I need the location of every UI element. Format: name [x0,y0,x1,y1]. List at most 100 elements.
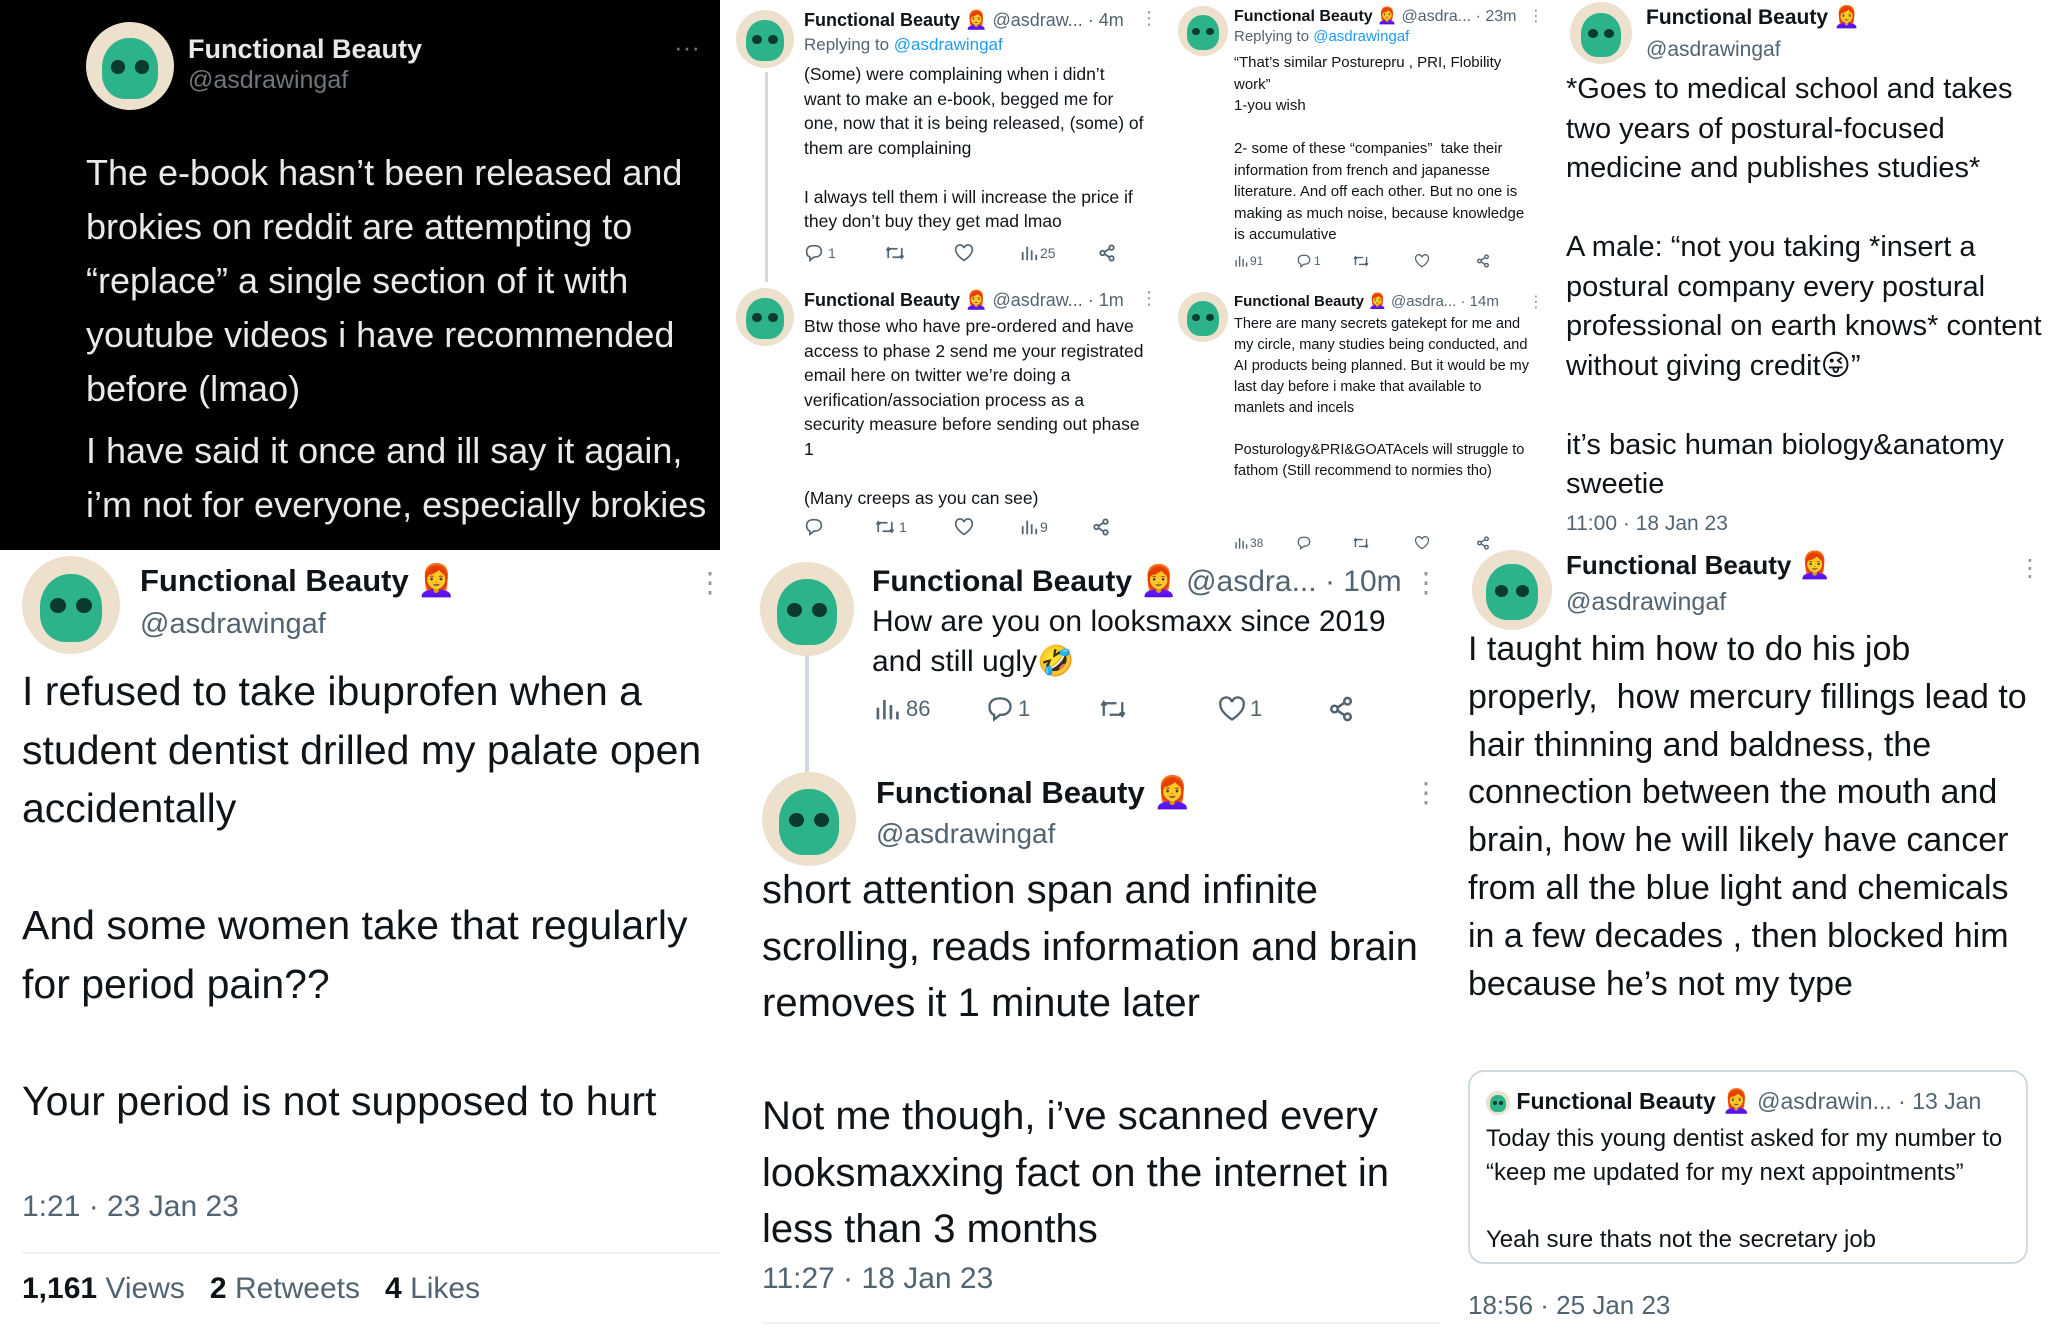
like-button[interactable] [954,518,1020,536]
avatar[interactable] [760,562,854,656]
share-button[interactable] [1098,244,1116,262]
divider [22,1252,720,1254]
author-handle[interactable]: @asdrawingaf [876,818,1055,850]
panel-thread-2: Functional Beauty 👩‍🦰 @asdra... · 23m ⋮ … [1170,0,1542,550]
tweet-timestamp[interactable]: 11:27 · 18 Jan 23 [762,1262,993,1296]
author-handle[interactable]: @asdraw... [992,10,1082,30]
views-button[interactable]: 86 [874,696,986,722]
tweet-timestamp[interactable]: 18:56 · 25 Jan 23 [1468,1290,1670,1321]
author-name[interactable]: Functional Beauty [188,34,422,65]
views-button[interactable]: 38 [1234,536,1296,550]
avatar[interactable] [1178,292,1228,342]
reply-icon [1297,536,1311,550]
tweet-time[interactable]: · 14m [1460,293,1498,310]
author-name[interactable]: Functional Beauty [804,290,960,310]
author-name[interactable]: Functional Beauty [1234,8,1373,25]
more-icon[interactable]: ⋮ [1140,8,1152,29]
tweet-text: I taught him how to do his job properly,… [1468,630,2037,1003]
author-name[interactable]: Functional Beauty [1566,550,1791,580]
author-handle[interactable]: @asdrawingaf [188,66,348,95]
reply-button[interactable] [804,518,874,536]
views-stat[interactable]: 1,161 Views [22,1272,185,1305]
more-icon[interactable]: ⋮ [1140,288,1152,309]
author-name[interactable]: Functional Beauty [1234,293,1364,310]
author-handle[interactable]: @asdrawingaf [1566,588,1726,617]
like-button[interactable] [954,244,1020,262]
more-icon[interactable]: ⋮ [1528,292,1542,312]
views-button[interactable]: 25 [1020,244,1098,262]
retweet-button[interactable] [1352,254,1414,268]
skull-icon [101,37,159,100]
author-name[interactable]: Functional Beauty [804,10,960,30]
tweet-actions: 38 [1234,536,1490,550]
tweet-time[interactable]: · 4m [1088,10,1124,30]
avatar[interactable] [762,772,856,866]
retweet-button[interactable] [1352,536,1414,550]
author-handle[interactable]: @asdra... [1391,293,1456,310]
avatar[interactable] [86,22,174,110]
author-handle[interactable]: @asdra... [1186,565,1317,598]
share-button[interactable] [1092,518,1110,536]
avatar[interactable] [736,10,794,68]
author-name[interactable]: Functional Beauty [1646,6,1828,29]
share-icon [1329,696,1353,722]
replying-to: Replying to @asdrawingaf [804,35,1003,55]
more-icon[interactable]: ⋮ [1412,566,1440,599]
more-icon[interactable]: ··· [674,32,700,63]
avatar[interactable] [22,556,120,654]
likes-stat[interactable]: 4 Likes [385,1272,480,1305]
reply-button[interactable] [1296,536,1352,550]
tweet-timestamp[interactable]: 1:21 · 23 Jan 23 [22,1190,239,1224]
replying-to-link[interactable]: @asdrawingaf [894,35,1003,54]
tweet-time[interactable]: · 10m [1325,565,1402,598]
retweets-stat[interactable]: 2 Retweets [210,1272,360,1305]
retweet-count: 1 [899,519,907,535]
retweet-button[interactable] [1098,696,1218,722]
retweet-button[interactable] [884,244,954,262]
views-button[interactable]: 91 [1234,254,1296,268]
like-button[interactable] [1414,536,1476,550]
like-button[interactable]: 1 [1218,696,1328,722]
thread-line [805,654,809,782]
author-name[interactable]: Functional Beauty [876,775,1145,810]
more-icon[interactable]: ⋮ [2018,554,2042,583]
quoted-tweet[interactable]: Functional Beauty 👩‍🦰 @asdrawin... · 13 … [1468,1070,2028,1264]
avatar[interactable] [1178,6,1228,56]
retweet-icon [1100,699,1126,719]
quote-time: · 13 Jan [1898,1088,1982,1114]
share-icon [1099,244,1115,262]
author-handle[interactable]: @asdraw... [992,290,1082,310]
share-button[interactable] [1328,696,1354,722]
retweet-icon [885,246,905,260]
tweet-timestamp[interactable]: 11:00 · 18 Jan 23 [1566,512,1728,536]
reply-button[interactable]: 1 [804,244,884,262]
reply-button[interactable]: 1 [1296,254,1352,268]
author-line: Functional Beauty 👩‍🦰 [1566,550,1831,581]
panel-thread-1: Functional Beauty 👩‍🦰 @asdraw... · 4m ⋮ … [720,0,1152,550]
author-name[interactable]: Functional Beauty [872,565,1132,598]
tweet-time[interactable]: · 23m [1476,8,1517,25]
avatar[interactable] [736,288,794,346]
author-handle[interactable]: @asdra... [1402,8,1472,25]
quote-header: Functional Beauty 👩‍🦰 @asdrawin... · 13 … [1486,1088,1981,1115]
author-name[interactable]: Functional Beauty [140,563,409,598]
more-icon[interactable]: ⋮ [1412,776,1440,809]
more-icon[interactable]: ⋮ [696,566,724,599]
more-icon[interactable]: ⋮ [1528,6,1542,26]
replying-to-link[interactable]: @asdrawingaf [1313,28,1409,45]
panel-thread-3: Functional Beauty 👩‍🦰 @asdra... · 10m ⋮ … [740,550,1460,1331]
author-handle[interactable]: @asdrawingaf [140,608,326,641]
skull-icon [1486,564,1538,621]
reply-button[interactable]: 1 [986,696,1098,722]
author-line: Functional Beauty 👩‍🦰 [876,774,1192,811]
tweet-time[interactable]: · 1m [1088,290,1124,310]
retweet-button[interactable]: 1 [874,518,954,536]
avatar[interactable] [1570,2,1632,64]
share-button[interactable] [1476,536,1490,550]
share-button[interactable] [1476,254,1490,268]
like-button[interactable] [1414,254,1476,268]
views-count: 25 [1040,245,1056,261]
author-handle[interactable]: @asdrawingaf [1646,38,1781,62]
views-button[interactable]: 9 [1020,518,1092,536]
avatar[interactable] [1472,550,1552,630]
